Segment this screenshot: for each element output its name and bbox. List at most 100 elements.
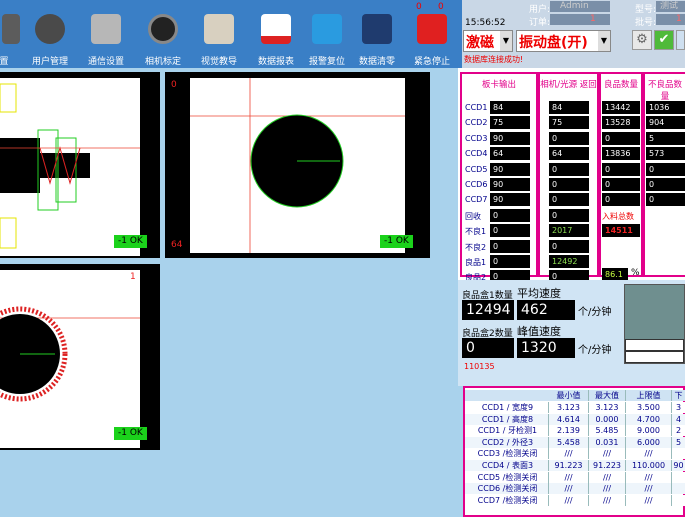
header-min: 最小值 [549, 390, 589, 401]
data-clear-button[interactable]: 数据清零 [355, 0, 399, 68]
batch-field[interactable]: 1 [656, 14, 685, 25]
measurement-lower [672, 448, 685, 459]
row-label: CCD6 [465, 180, 488, 189]
avg-speed-value: 462 [517, 300, 575, 320]
measurement-max: 0.000 [589, 413, 626, 425]
toolbar-label: 数据报表 [257, 57, 294, 67]
camera-return-value: 0 [549, 131, 589, 145]
chevron-down-icon: ▼ [598, 31, 610, 51]
user-field[interactable]: Admin [550, 1, 610, 12]
measurement-max: /// [589, 494, 626, 506]
row-label: CCD5 [465, 164, 488, 174]
toolbar-label: 视觉教导 [200, 57, 237, 67]
camera-return-column: 相机/光源 返回 84 75 0 64 0 0 0 0 2017 0 12492 0 [538, 72, 599, 284]
board-output-value: 90 [490, 178, 530, 191]
model-field[interactable]: 测试 [656, 1, 685, 12]
good-count-value: 0 [602, 193, 640, 207]
header-lower: 下 [674, 391, 683, 400]
board-output-value: 0 [490, 208, 530, 222]
toolbar-label: 置 [0, 57, 9, 67]
users-icon [35, 14, 65, 44]
measurement-lower: 4 [675, 414, 682, 424]
data-report-button[interactable]: 数据报表 [254, 0, 298, 68]
camera-return-value: 0 [549, 208, 589, 222]
calculator-icon [362, 14, 392, 44]
peak-speed-unit: 个/分钟 [578, 345, 612, 356]
good-count-value: 13836 [602, 147, 640, 161]
camera-return-value: 84 [549, 101, 589, 114]
measurement-min: 2.139 [549, 425, 589, 437]
row-label: CCD2 [465, 118, 488, 128]
measurement-table: 最小值 最大值 上限值 下 CCD1 / 宽度9 3.123 3.123 3.500 3… [463, 386, 685, 517]
camera-calibration-button[interactable]: 相机标定 [141, 0, 185, 68]
measurement-min: /// [549, 471, 589, 483]
settings-button[interactable]: 置 [0, 0, 22, 68]
chevron-down-icon: ▼ [500, 31, 512, 51]
camera-view-1[interactable]: -1 OK [0, 72, 160, 258]
measurement-min: 3.123 [549, 402, 589, 413]
camera-view-2[interactable]: 0 64 -1 OK [165, 72, 430, 258]
toolbar-label: 通信设置 [87, 57, 124, 67]
batch-label: 批号: [635, 18, 657, 28]
excitation-select[interactable]: 激磁 ▼ [463, 30, 513, 52]
check-icon[interactable]: ✔ [654, 30, 674, 50]
clock: 15:56:52 [465, 18, 506, 28]
table-row: CCD7 /检测关闭///////// [465, 494, 685, 506]
row-label: CCD3 [465, 133, 488, 143]
board-output-value: 0 [490, 239, 530, 253]
box1-value: 12494 [462, 300, 514, 320]
measurement-min: 4.614 [549, 413, 589, 425]
camera-return-value: 64 [549, 147, 589, 161]
bad-count-value: 0 [646, 162, 685, 176]
measurement-max: 0.031 [589, 436, 626, 448]
excitation-value: 激磁 [466, 35, 494, 51]
alarm-reset-button[interactable]: 报警复位 [305, 0, 349, 68]
measurement-name: CCD4 / 表面3 [467, 460, 549, 471]
vibration-select[interactable]: 振动盘(开) ▼ [516, 30, 611, 52]
board-output-value: 84 [490, 101, 530, 114]
emergency-stop-button[interactable]: 0 0 紧急停止 [410, 0, 454, 68]
threaded-circle-image [0, 306, 140, 402]
measurement-lower: 3 [675, 403, 682, 412]
status-message: 数据库连接成功! [464, 55, 524, 64]
report-icon [261, 14, 291, 44]
control-panel: 15:56:52 用户: Admin 订单: 1 型号: 测试 批号: 1 激磁… [462, 0, 685, 68]
vibration-value: 振动盘(开) [519, 35, 588, 51]
trend-bar-1 [625, 339, 684, 351]
vision-teach-button[interactable]: 视觉教导 [197, 0, 241, 68]
measurement-lower: 90 [673, 461, 684, 470]
info-icon[interactable] [676, 30, 685, 50]
emergency-stop-icon [417, 14, 447, 44]
user-management-button[interactable]: 用户管理 [28, 0, 72, 68]
camera-return-value: 0 [549, 239, 589, 253]
measurement-upper: 110.000 [626, 460, 672, 471]
camera-image-3 [0, 270, 140, 448]
camera-return-value: 75 [549, 116, 589, 130]
order-label: 订单: [529, 18, 551, 28]
good-count-value: 13528 [602, 116, 640, 130]
measurement-max: 91.223 [589, 460, 626, 471]
view-index: 0 [171, 80, 177, 90]
table-row: CCD1 / 高度8 4.614 0.000 4.700 4 [465, 413, 685, 425]
measurement-min: 91.223 [549, 460, 589, 471]
good-count-value: 13442 [602, 101, 640, 114]
board-output-value: 90 [490, 193, 530, 207]
measurement-min: /// [549, 494, 589, 506]
avg-speed-label: 平均速度 [517, 287, 561, 300]
trend-bar-2 [625, 351, 684, 363]
camera-view-3[interactable]: 1 -1 OK [0, 264, 160, 450]
measurement-max: /// [589, 483, 626, 495]
screw-image [0, 83, 140, 249]
comm-settings-button[interactable]: 通信设置 [84, 0, 128, 68]
camera-image-1 [0, 78, 140, 256]
bad-count-value: 573 [646, 147, 685, 161]
row-label: 良品1 [465, 258, 487, 267]
gear-icon[interactable]: ⚙ [632, 30, 652, 50]
row-label: CCD7 [465, 195, 488, 205]
measurement-min: 5.458 [549, 436, 589, 448]
toolbar-label: 数据清零 [358, 57, 395, 67]
toolbar-label: 相机标定 [144, 57, 181, 67]
toolbar-label: 紧急停止 [413, 57, 450, 67]
measurement-min: /// [549, 448, 589, 460]
order-field[interactable]: 1 [550, 14, 610, 25]
